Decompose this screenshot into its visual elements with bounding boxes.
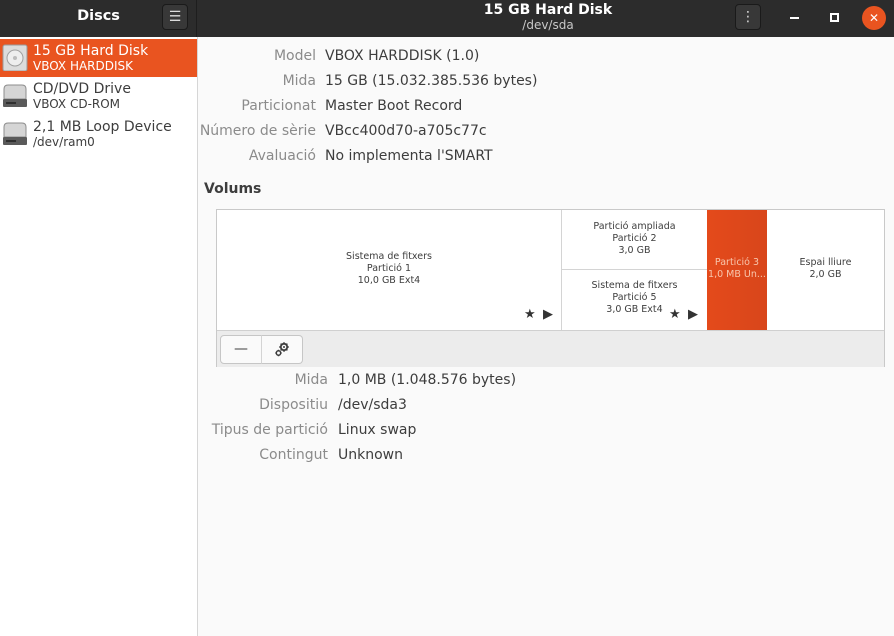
partition-5[interactable]: Sistema de fitxers Partició 5 3,0 GB Ext… [562,270,707,330]
sidebar-item-label: 2,1 MB Loop Device [33,119,172,135]
info-value: /dev/sda3 [338,397,407,413]
partition-name: Partició 1 [366,263,412,274]
sidebar-item-sublabel: /dev/ram0 [33,135,95,149]
partition-size: 3,0 GB Ext4 [606,304,663,315]
close-button[interactable]: ✕ [862,6,886,30]
close-icon: ✕ [868,11,880,25]
mount-play-icon: ▶ [543,307,553,322]
info-value: No implementa l'SMART [325,148,493,164]
partition-2-extended[interactable]: Partició ampliada Partició 2 3,0 GB [562,210,707,269]
volumes-toolbar: — [217,330,884,367]
info-label: Contingut [259,447,328,463]
sidebar: 15 GB Hard Disk VBOX HARDDISK CD/DVD Dri… [0,37,198,636]
mounted-star-icon: ★ [524,307,536,322]
remove-partition-button[interactable]: — [220,335,262,364]
info-label: Model [273,48,316,64]
hard-disk-icon [2,44,28,71]
info-value: 15 GB (15.032.385.536 bytes) [325,73,538,89]
free-space-label: Espai lliure [799,257,852,268]
partition-settings-button[interactable] [261,335,303,364]
minimize-button[interactable] [782,6,806,30]
vertical-ellipsis-icon: ⋮ [741,9,755,25]
partition-1[interactable]: Sistema de fitxers Partició 1 10,0 GB Ex… [217,210,561,330]
info-value: Linux swap [338,422,417,438]
partition-type: Sistema de fitxers [346,251,432,262]
info-label: Particionat [241,98,316,114]
sidebar-item-sublabel: VBOX HARDDISK [33,59,134,73]
info-value: VBOX HARDDISK (1.0) [325,48,480,64]
hamburger-menu-icon: ☰ [168,9,182,25]
minimize-icon [789,16,799,19]
sidebar-item-sublabel: VBOX CD-ROM [33,97,121,111]
maximize-button[interactable] [822,6,846,30]
partition-name: Partició 3 [714,257,760,268]
partition-size: 3,0 GB [618,245,651,256]
header-bar: Discs ☰ 15 GB Hard Disk /dev/sda ⋮ ✕ [0,0,894,37]
free-space-size: 2,0 GB [809,269,842,280]
optical-drive-icon [3,84,27,107]
gears-icon [275,342,289,357]
minus-icon: — [234,341,248,357]
sidebar-header: Discs ☰ [0,0,197,37]
info-label: Mida [294,372,328,388]
volumes-map: Sistema de fitxers Partició 1 10,0 GB Ex… [216,209,885,367]
partition-type: Sistema de fitxers [591,280,678,291]
info-value: 1,0 MB (1.048.576 bytes) [338,372,517,388]
partition-name: Partició 2 [612,233,657,244]
sidebar-item-cd-dvd[interactable]: CD/DVD Drive VBOX CD-ROM [0,77,197,115]
mounted-star-icon: ★ [669,307,681,322]
info-label: Avaluació [248,148,316,164]
info-label: Mida [282,73,316,89]
partition-size: 1,0 MB Un... [708,269,766,280]
sidebar-item-label: 15 GB Hard Disk [33,43,149,59]
loop-device-icon [3,122,27,145]
info-value: Master Boot Record [325,98,463,114]
info-value: VBcc400d70-a705c77c [325,123,487,139]
partition-type: Partició ampliada [593,221,676,232]
partition-name: Partició 5 [612,292,657,303]
volumes-title: Volums [204,181,262,197]
mount-play-icon: ▶ [688,307,698,322]
info-value: Unknown [338,447,403,463]
info-label: Número de sèrie [199,123,316,139]
hamburger-menu-button[interactable]: ☰ [162,4,188,30]
maximize-icon [829,13,839,22]
free-space[interactable]: Espai lliure 2,0 GB [767,210,884,330]
disk-menu-button[interactable]: ⋮ [735,4,761,30]
info-label: Dispositiu [259,397,328,413]
info-label: Tipus de partició [211,422,328,438]
main-pane: Model VBOX HARDDISK (1.0) Mida 15 GB (15… [198,37,894,636]
partition-size: 10,0 GB Ext4 [357,275,421,286]
partition-3-selected[interactable]: Partició 3 1,0 MB Un... [707,210,767,330]
sidebar-item-hard-disk[interactable]: 15 GB Hard Disk VBOX HARDDISK [0,39,197,77]
sidebar-item-loop-device[interactable]: 2,1 MB Loop Device /dev/ram0 [0,115,197,153]
sidebar-item-label: CD/DVD Drive [33,81,131,97]
